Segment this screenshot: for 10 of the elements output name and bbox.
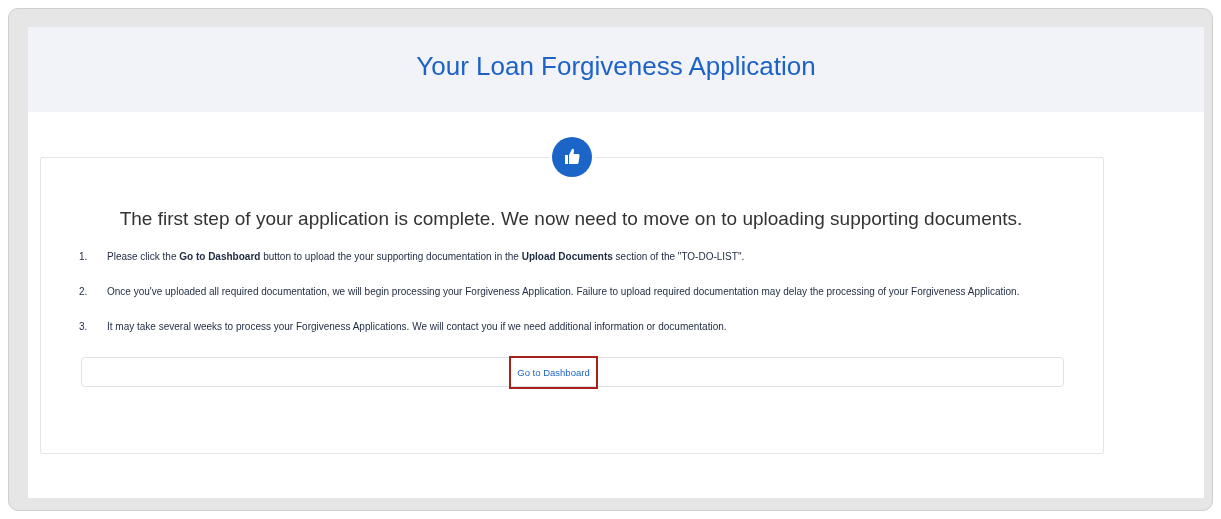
step-text: It may take several weeks to process your Forgiveness Applications. We will contact you if we need additional information or documentation. <box>107 320 727 334</box>
go-to-dashboard-link[interactable]: Go to Dashboard <box>511 357 596 387</box>
thumbs-up-icon <box>552 137 592 177</box>
step-text: Once you've uploaded all required documentation, we will begin processing your Forgiveness Application. Failure to upload required documentation may delay the processing of your Forgiveness Application. <box>107 285 1020 299</box>
step-number: 3. <box>79 320 89 334</box>
page-title: Your Loan Forgiveness Application <box>416 51 816 83</box>
step-number: 2. <box>79 285 89 299</box>
completion-message: The first step of your application is complete. We now need to move on to uploading supporting documents. <box>118 208 1024 230</box>
step-number: 1. <box>79 250 89 264</box>
step-text: Please click the Go to Dashboard button to upload the your supporting documentation in the Upload Documents section of the "TO-DO-LIST". <box>107 250 745 264</box>
